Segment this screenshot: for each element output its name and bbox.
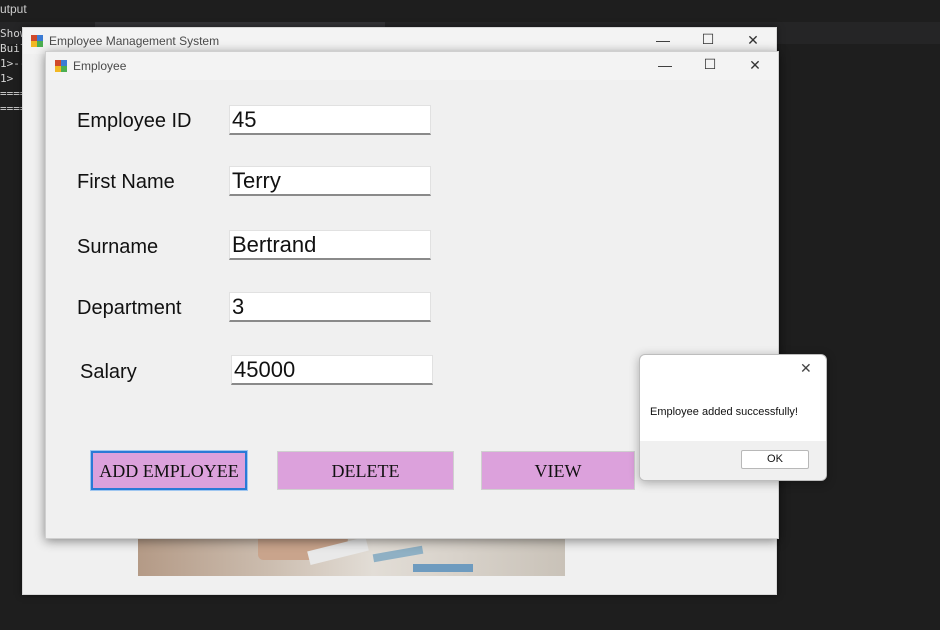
- main-window-title: Employee Management System: [49, 34, 220, 48]
- salary-label: Salary: [80, 361, 137, 383]
- app-icon: [55, 60, 67, 72]
- surname-label: Surname: [77, 236, 159, 258]
- employee-id-label: Employee ID: [77, 110, 192, 132]
- employee-window-title: Employee: [73, 59, 127, 73]
- close-icon[interactable]: ✕: [800, 360, 812, 377]
- ok-button[interactable]: OK: [741, 450, 809, 469]
- message-box: ✕ Employee added successfully! OK: [639, 354, 827, 481]
- surname-input[interactable]: [229, 230, 431, 260]
- close-icon[interactable]: ✕: [740, 57, 770, 74]
- close-icon[interactable]: ✕: [738, 32, 768, 49]
- maximize-icon[interactable]: ☐: [695, 56, 725, 73]
- delete-button[interactable]: DELETE: [277, 451, 454, 490]
- log-line: 1>: [0, 72, 14, 85]
- app-icon: [31, 35, 43, 47]
- maximize-icon[interactable]: ☐: [693, 31, 723, 48]
- department-input[interactable]: [229, 292, 431, 322]
- employee-id-input[interactable]: [229, 105, 431, 135]
- view-button[interactable]: VIEW: [481, 451, 635, 490]
- office-photo: [138, 538, 565, 576]
- employee-window-titlebar[interactable]: Employee — ☐ ✕: [46, 52, 778, 80]
- department-label: Department: [77, 297, 182, 319]
- output-panel-title: utput: [0, 2, 27, 16]
- first-name-input[interactable]: [229, 166, 431, 196]
- add-employee-button[interactable]: ADD EMPLOYEE: [90, 450, 248, 491]
- salary-input[interactable]: [231, 355, 433, 385]
- first-name-label: First Name: [77, 171, 175, 193]
- minimize-icon[interactable]: —: [650, 57, 680, 73]
- message-text: Employee added successfully!: [650, 406, 798, 418]
- minimize-icon[interactable]: —: [648, 32, 678, 48]
